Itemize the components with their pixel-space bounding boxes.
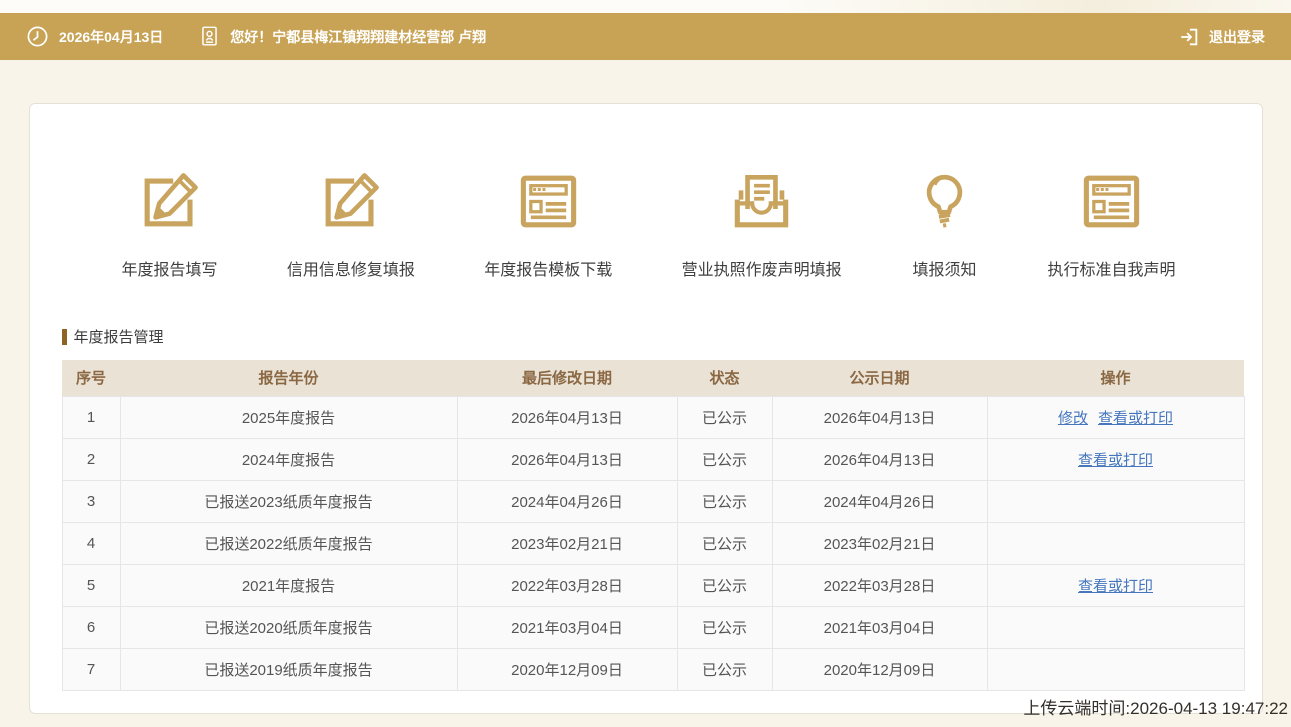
- logout-icon: [1178, 26, 1200, 48]
- status-text: 已公示: [677, 648, 772, 690]
- upload-time-text: 上传云端时间:2026-04-13 19:47:22: [1023, 694, 1288, 719]
- row-index: 1: [62, 396, 120, 438]
- row-index: 7: [62, 648, 120, 690]
- table-row: 52021年度报告2022年03月28日已公示2022年03月28日查看或打印: [62, 564, 1244, 606]
- last-modified-cell: 2024年04月26日: [457, 480, 677, 522]
- table-header-row: 序号 报告年份 最后修改日期 状态 公示日期 操作: [62, 360, 1244, 396]
- table-row: 7已报送2019纸质年度报告2020年12月09日已公示2020年12月09日: [62, 648, 1244, 690]
- logout-button[interactable]: 退出登录: [1178, 26, 1265, 48]
- edit-icon: [136, 168, 203, 235]
- shortcut-label: 营业执照作废声明填报: [682, 256, 842, 280]
- topbar: 2026年04月13日 您好！宁都县梅江镇翔翔建材经营部 卢翔 退出登录: [0, 13, 1291, 60]
- actions-cell: 修改查看或打印: [987, 396, 1244, 438]
- report-year-cell: 2024年度报告: [120, 438, 457, 480]
- shortcut-credit-repair[interactable]: 信用信息修复填报: [287, 168, 415, 280]
- shortcut-label: 年度报告模板下载: [484, 256, 612, 280]
- shortcut-license-cancellation[interactable]: 营业执照作废声明填报: [682, 168, 842, 280]
- user-greeting: 您好！宁都县梅江镇翔翔建材经营部 卢翔: [230, 27, 486, 47]
- main-card: 年度报告填写 信用信息修复填报 年度报告模板下载 营业执照作废声明填报 填报须知…: [29, 103, 1263, 714]
- action-link-edit[interactable]: 修改: [1058, 410, 1088, 427]
- logout-label: 退出登录: [1209, 27, 1265, 47]
- last-modified-cell: 2026年04月13日: [457, 438, 677, 480]
- publish-date-cell: 2026年04月13日: [772, 438, 987, 480]
- header-operation: 操作: [987, 360, 1244, 396]
- last-modified-cell: 2023年02月21日: [457, 522, 677, 564]
- last-modified-cell: 2026年04月13日: [457, 396, 677, 438]
- actions-cell: 查看或打印: [987, 438, 1244, 480]
- status-text: 已公示: [677, 480, 772, 522]
- report-table-body: 12025年度报告2026年04月13日已公示2026年04月13日修改查看或打…: [62, 396, 1244, 690]
- report-year-cell: 2021年度报告: [120, 564, 457, 606]
- shortcut-filing-notice[interactable]: 填报须知: [911, 168, 978, 280]
- table-row: 22024年度报告2026年04月13日已公示2026年04月13日查看或打印: [62, 438, 1244, 480]
- table-row: 4已报送2022纸质年度报告2023年02月21日已公示2023年02月21日: [62, 522, 1244, 564]
- report-year-cell: 2025年度报告: [120, 396, 457, 438]
- action-link-view-print[interactable]: 查看或打印: [1078, 452, 1153, 469]
- shortcut-standard-declaration[interactable]: 执行标准自我声明: [1047, 168, 1175, 280]
- publish-date-cell: 2022年03月28日: [772, 564, 987, 606]
- inbox-icon: [728, 168, 795, 235]
- shortcut-annual-report-fill[interactable]: 年度报告填写: [122, 168, 218, 280]
- publish-date-cell: 2021年03月04日: [772, 606, 987, 648]
- bulb-icon: [911, 168, 978, 235]
- report-year-cell: 已报送2023纸质年度报告: [120, 480, 457, 522]
- table-row: 3已报送2023纸质年度报告2024年04月26日已公示2024年04月26日: [62, 480, 1244, 522]
- shortcut-template-download[interactable]: 年度报告模板下载: [484, 168, 612, 280]
- edit-icon: [317, 168, 384, 235]
- status-text: 已公示: [677, 396, 772, 438]
- section-title-marker: [62, 329, 67, 345]
- actions-cell: [987, 480, 1244, 522]
- row-index: 6: [62, 606, 120, 648]
- template-icon: [1078, 168, 1145, 235]
- header-report-year: 报告年份: [120, 360, 457, 396]
- section-title-text: 年度报告管理: [74, 326, 164, 347]
- last-modified-cell: 2022年03月28日: [457, 564, 677, 606]
- greeting-group: 您好！宁都县梅江镇翔翔建材经营部 卢翔: [199, 25, 486, 48]
- current-date: 2026年04月13日: [59, 27, 163, 47]
- row-index: 4: [62, 522, 120, 564]
- table-row: 6已报送2020纸质年度报告2021年03月04日已公示2021年03月04日: [62, 606, 1244, 648]
- row-index: 3: [62, 480, 120, 522]
- header-no: 序号: [62, 360, 120, 396]
- table-row: 12025年度报告2026年04月13日已公示2026年04月13日修改查看或打…: [62, 396, 1244, 438]
- last-modified-cell: 2021年03月04日: [457, 606, 677, 648]
- header-last-modified: 最后修改日期: [457, 360, 677, 396]
- clock-icon: [26, 25, 49, 48]
- status-text: 已公示: [677, 606, 772, 648]
- shortcut-label: 填报须知: [913, 256, 977, 280]
- status-text: 已公示: [677, 564, 772, 606]
- publish-date-cell: 2023年02月21日: [772, 522, 987, 564]
- actions-cell: [987, 606, 1244, 648]
- shortcut-label: 信用信息修复填报: [287, 256, 415, 280]
- action-link-view-print[interactable]: 查看或打印: [1078, 578, 1153, 595]
- annual-report-table: 序号 报告年份 最后修改日期 状态 公示日期 操作 12025年度报告2026年…: [62, 360, 1245, 691]
- row-index: 5: [62, 564, 120, 606]
- publish-date-cell: 2024年04月26日: [772, 480, 987, 522]
- page-top-strip: [0, 0, 1291, 13]
- template-icon: [515, 168, 582, 235]
- actions-cell: [987, 522, 1244, 564]
- action-link-view-print[interactable]: 查看或打印: [1098, 410, 1173, 427]
- last-modified-cell: 2020年12月09日: [457, 648, 677, 690]
- actions-cell: [987, 648, 1244, 690]
- report-year-cell: 已报送2020纸质年度报告: [120, 606, 457, 648]
- header-status: 状态: [677, 360, 772, 396]
- shortcut-label: 年度报告填写: [122, 256, 218, 280]
- actions-cell: 查看或打印: [987, 564, 1244, 606]
- report-year-cell: 已报送2022纸质年度报告: [120, 522, 457, 564]
- date-group: 2026年04月13日: [26, 25, 163, 48]
- status-text: 已公示: [677, 438, 772, 480]
- publish-date-cell: 2026年04月13日: [772, 396, 987, 438]
- section-title: 年度报告管理: [62, 326, 1262, 347]
- publish-date-cell: 2020年12月09日: [772, 648, 987, 690]
- status-text: 已公示: [677, 522, 772, 564]
- header-publish-date: 公示日期: [772, 360, 987, 396]
- user-badge-icon: [199, 25, 220, 48]
- report-year-cell: 已报送2019纸质年度报告: [120, 648, 457, 690]
- row-index: 2: [62, 438, 120, 480]
- shortcut-label: 执行标准自我声明: [1047, 256, 1175, 280]
- shortcuts-row: 年度报告填写 信用信息修复填报 年度报告模板下载 营业执照作废声明填报 填报须知…: [30, 104, 1262, 280]
